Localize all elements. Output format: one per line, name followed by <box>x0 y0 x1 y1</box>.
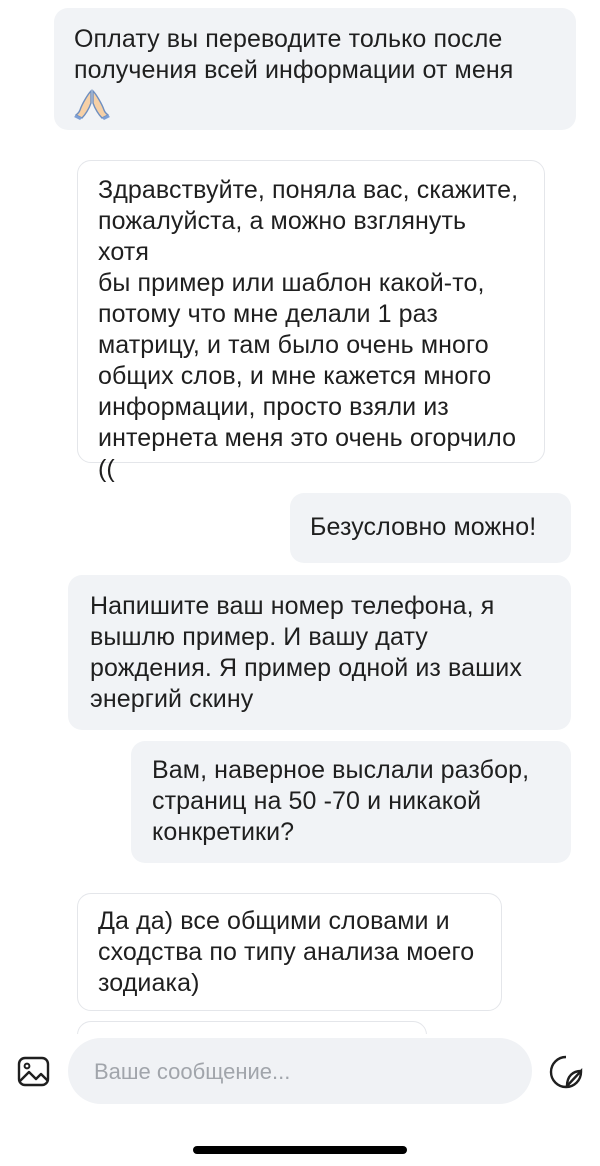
chat-screen: Оплату вы переводите только после получе… <box>0 0 600 1166</box>
message-bubble-incoming: Вам, наверное выслали разбор, страниц на… <box>131 741 571 863</box>
message-input-wrapper <box>68 1038 532 1106</box>
message-text: Оплату вы переводите только после получе… <box>74 25 514 84</box>
sticker-button[interactable] <box>546 1052 586 1092</box>
message-bubble-incoming: Напишите ваш номер телефона, я вышлю при… <box>68 575 571 730</box>
message-bubble-incoming: Оплату вы переводите только после получе… <box>54 8 576 130</box>
message-composer <box>0 1034 600 1110</box>
folded-hands-emoji-icon <box>74 89 110 120</box>
message-text: Вам, наверное выслали разбор, страниц на… <box>152 756 530 846</box>
message-input[interactable] <box>92 1038 512 1106</box>
message-text: Да да) все общими словами и сходства по … <box>98 907 475 997</box>
message-text: Здравствуйте, поняла вас, скажите, пожал… <box>98 176 519 483</box>
gallery-icon <box>17 1056 50 1087</box>
sticker-icon <box>549 1055 583 1089</box>
home-indicator[interactable] <box>193 1146 407 1154</box>
message-bubble-outgoing: Здравствуйте, поняла вас, скажите, пожал… <box>77 160 545 483</box>
message-bubble-incoming: Безусловно можно! <box>290 493 571 563</box>
message-text: Безусловно можно! <box>310 513 537 541</box>
gallery-button[interactable] <box>14 1052 54 1092</box>
message-bubble-outgoing: Да да) все общими словами и сходства по … <box>77 893 502 1011</box>
message-text: Напишите ваш номер телефона, я вышлю при… <box>90 592 522 713</box>
